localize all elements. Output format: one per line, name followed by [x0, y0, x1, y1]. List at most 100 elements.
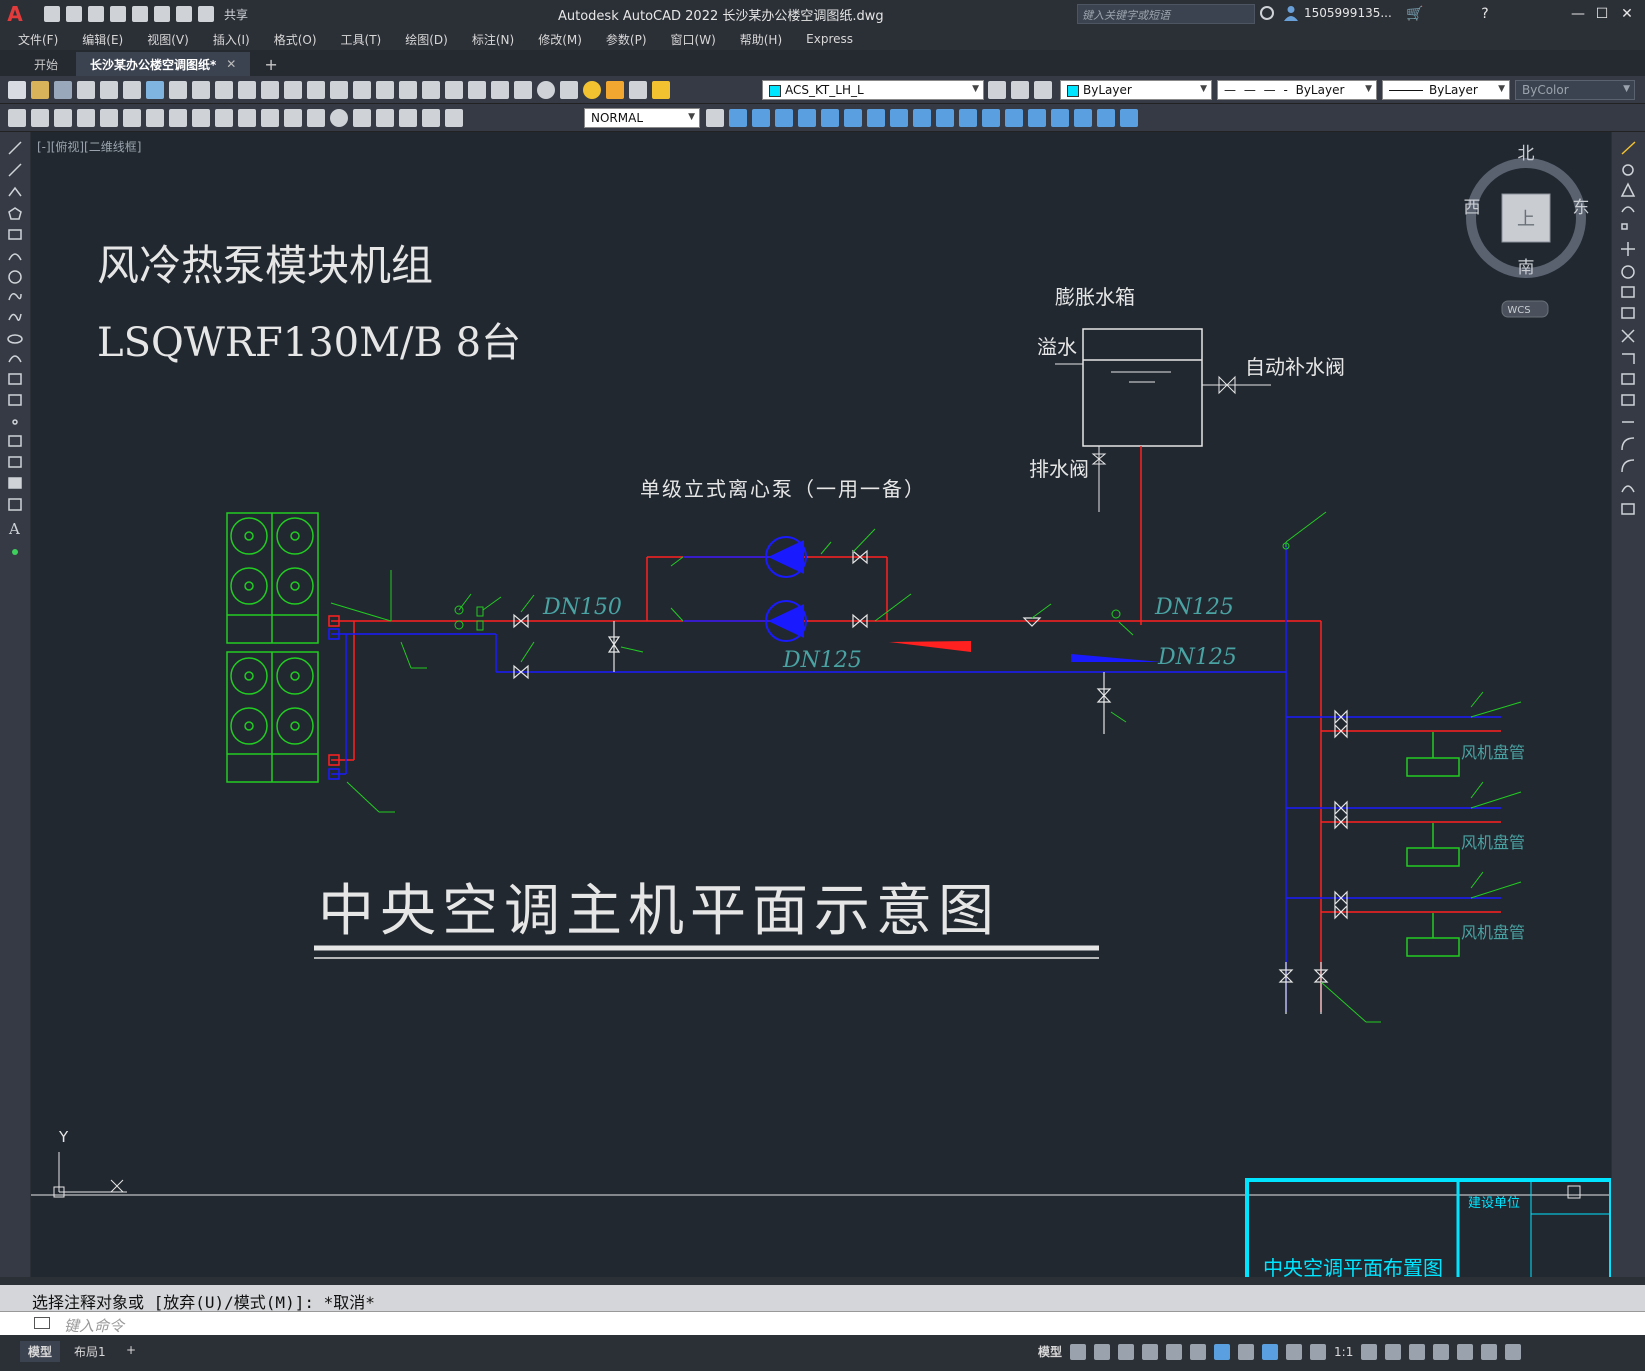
save-as-icon[interactable] — [110, 6, 126, 22]
snap-icon[interactable] — [1094, 1343, 1111, 1360]
menu-help[interactable]: 帮助(H) — [740, 31, 782, 48]
compass-west-label[interactable]: 西 — [1464, 198, 1481, 218]
check-icon[interactable] — [1120, 109, 1138, 127]
close-button[interactable]: ✕ — [1617, 4, 1637, 24]
dim-edit-icon[interactable] — [399, 109, 417, 127]
intersect-icon[interactable] — [775, 109, 793, 127]
erase-icon[interactable] — [1621, 141, 1636, 155]
extend-icon[interactable] — [1622, 353, 1635, 364]
minimize-button[interactable]: — — [1568, 4, 1588, 24]
lock-ui-icon[interactable] — [1457, 1343, 1474, 1360]
publish-icon[interactable] — [132, 6, 148, 22]
polar-icon[interactable] — [1142, 1343, 1159, 1360]
compass-north-label[interactable]: 北 — [1518, 144, 1535, 164]
polygon-icon[interactable] — [8, 207, 22, 220]
layer-viewport-icon[interactable] — [629, 81, 647, 99]
blend-curves-icon[interactable] — [1621, 485, 1635, 493]
tolerance-icon[interactable] — [307, 109, 325, 127]
table-icon[interactable] — [8, 498, 22, 511]
new-file-icon[interactable] — [44, 6, 60, 22]
color-faces-icon[interactable] — [959, 109, 977, 127]
dim-diameter-icon[interactable] — [146, 109, 164, 127]
plot-icon[interactable] — [154, 6, 170, 22]
command-prompt-icon[interactable] — [34, 1317, 50, 1329]
copy-object-icon[interactable] — [1622, 164, 1634, 176]
open-file-icon[interactable] — [66, 6, 82, 22]
array-icon[interactable] — [1621, 223, 1628, 230]
dim-radius-icon[interactable] — [100, 109, 118, 127]
dim-space-icon[interactable] — [261, 109, 279, 127]
copy-edges-icon[interactable] — [982, 109, 1000, 127]
new-tab-button[interactable]: + — [254, 53, 287, 76]
sheet-set-icon[interactable] — [468, 81, 486, 99]
layer-thaw-sun-icon[interactable] — [606, 81, 624, 99]
text-style-dropdown[interactable]: NORMAL ▼ — [584, 108, 700, 128]
line-icon[interactable] — [8, 141, 22, 155]
imprint-icon[interactable] — [1028, 109, 1046, 127]
menu-dimension[interactable]: 标注(N) — [472, 31, 514, 48]
save-icon[interactable] — [54, 81, 72, 99]
offset-faces-icon[interactable] — [844, 109, 862, 127]
fillet-icon[interactable] — [1621, 459, 1635, 473]
zoom-realtime-icon[interactable] — [330, 81, 348, 99]
object-snap-icon[interactable] — [1214, 1343, 1231, 1360]
dim-update-icon[interactable] — [445, 109, 463, 127]
plot-icon[interactable] — [77, 81, 95, 99]
break-icon[interactable] — [1621, 394, 1635, 406]
polyline-icon[interactable] — [8, 186, 22, 197]
plotstyle-dropdown[interactable]: ByColor ▼ — [1515, 80, 1635, 100]
arc-icon[interactable] — [8, 253, 22, 261]
layer-unlock-icon[interactable] — [652, 81, 670, 99]
menu-tools[interactable]: 工具(T) — [341, 31, 382, 48]
cad-drawing[interactable]: 上 北 南 西 东 WCS 风冷热泵模块机组 LSQWRF130M/B 8台 膨… — [31, 132, 1611, 1277]
explode-icon[interactable] — [1621, 503, 1635, 515]
layer-on-bulb-icon[interactable] — [583, 81, 601, 99]
union-icon[interactable] — [729, 109, 747, 127]
ucs-icon[interactable] — [53, 1152, 127, 1198]
grid-icon[interactable] — [1070, 1343, 1087, 1360]
dim-linear-icon[interactable] — [8, 109, 26, 127]
user-icon[interactable] — [1284, 5, 1298, 21]
annotation-scale-icon[interactable] — [1310, 1343, 1327, 1360]
copy-icon[interactable] — [192, 81, 210, 99]
dim-aligned-icon[interactable] — [31, 109, 49, 127]
properties-icon[interactable] — [399, 81, 417, 99]
move-faces-icon[interactable] — [821, 109, 839, 127]
offset-icon[interactable] — [1621, 206, 1635, 213]
mirror-icon[interactable] — [1620, 182, 1636, 197]
menu-modify[interactable]: 修改(M) — [538, 31, 582, 48]
menu-parametric[interactable]: 参数(P) — [606, 31, 647, 48]
publish-icon[interactable] — [123, 81, 141, 99]
gradient-icon[interactable] — [8, 456, 22, 468]
menu-insert[interactable]: 插入(I) — [213, 31, 250, 48]
help-search-input[interactable]: 键入关键字或短语 — [1077, 4, 1255, 24]
subtract-icon[interactable] — [752, 109, 770, 127]
annotation-visibility-icon[interactable] — [1262, 1343, 1279, 1360]
undo-icon[interactable] — [176, 6, 192, 22]
design-center-icon[interactable] — [422, 81, 440, 99]
web-icon[interactable] — [146, 81, 164, 99]
calculator-icon[interactable] — [514, 81, 532, 99]
circle-icon[interactable] — [8, 270, 22, 284]
scale-icon[interactable] — [1621, 286, 1635, 298]
cut-icon[interactable] — [169, 81, 187, 99]
inspect-icon[interactable] — [353, 109, 371, 127]
point-icon[interactable] — [12, 419, 18, 425]
annotation-monitor-icon[interactable] — [1385, 1343, 1402, 1360]
dim-style-icon[interactable] — [706, 109, 724, 127]
make-current-layer-icon[interactable] — [988, 81, 1006, 99]
paste-icon[interactable] — [215, 81, 233, 99]
model-space-viewport[interactable]: [-][俯视][二维线框] 上 北 南 西 东 WCS 风冷热泵模块机组 LSQ… — [31, 132, 1611, 1277]
workspace-gear-icon[interactable] — [1361, 1343, 1378, 1360]
auto-scale-icon[interactable] — [1286, 1343, 1303, 1360]
layer-previous-icon[interactable] — [1011, 81, 1029, 99]
preview-icon[interactable] — [100, 81, 118, 99]
tab-active-drawing[interactable]: 长沙某办公楼空调图纸* ✕ — [76, 52, 251, 76]
quick-properties-icon[interactable] — [1433, 1343, 1450, 1360]
tool-palettes-icon[interactable] — [445, 81, 463, 99]
extrude-faces-icon[interactable] — [798, 109, 816, 127]
cart-icon[interactable]: 🛒 — [1405, 4, 1425, 24]
help-icon[interactable] — [537, 81, 555, 99]
trim-icon[interactable] — [1621, 329, 1635, 343]
jogged-linear-icon[interactable] — [376, 109, 394, 127]
